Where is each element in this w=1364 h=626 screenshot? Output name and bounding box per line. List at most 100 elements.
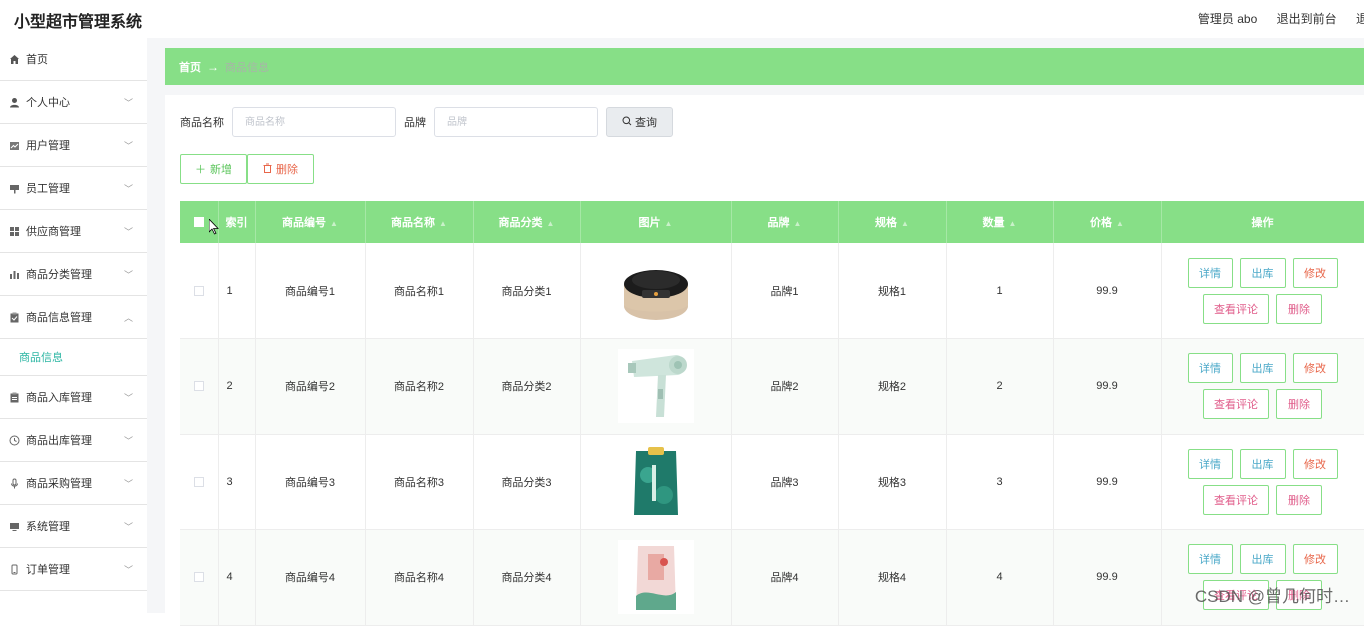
chevron-down-icon: ﹀ — [124, 139, 133, 152]
col-code[interactable]: 商品编号▲ — [255, 201, 365, 243]
col-brand[interactable]: 品牌▲ — [731, 201, 838, 243]
row-checkbox[interactable] — [194, 286, 204, 296]
row-delete-button[interactable]: 删除 — [1276, 389, 1322, 419]
sidebar-item-label: 员工管理 — [26, 180, 70, 196]
sidebar-item-label: 商品采购管理 — [26, 475, 92, 491]
sidebar-item-profile[interactable]: 个人中心 ﹀ — [0, 81, 147, 124]
col-index: 索引 — [218, 201, 255, 243]
app-title: 小型超市管理系统 — [14, 8, 142, 32]
cell-qty: 1 — [946, 243, 1053, 339]
cell-code: 商品编号1 — [255, 243, 365, 339]
cell-code: 商品编号4 — [255, 530, 365, 626]
sidebar-item-purchase[interactable]: 商品采购管理 ﹀ — [0, 462, 147, 505]
sort-icon[interactable]: ▲ — [1009, 219, 1017, 228]
row-checkbox[interactable] — [194, 381, 204, 391]
sidebar-item-suppliers[interactable]: 供应商管理 ﹀ — [0, 210, 147, 253]
sort-icon[interactable]: ▲ — [1116, 219, 1124, 228]
sidebar-item-products[interactable]: 商品信息管理 ︿ — [0, 296, 147, 339]
col-spec[interactable]: 规格▲ — [838, 201, 946, 243]
breadcrumb-home[interactable]: 首页 — [179, 59, 201, 75]
sidebar-subitem-product-info[interactable]: 商品信息 — [0, 339, 147, 376]
table-row: 1 商品编号1 商品名称1 商品分类1 — [180, 243, 1364, 339]
sidebar-item-categories[interactable]: 商品分类管理 ﹀ — [0, 253, 147, 296]
watermark: CSDN @曾几何时… — [1195, 582, 1350, 607]
view-reviews-button[interactable]: 查看评论 — [1203, 389, 1269, 419]
edit-button[interactable]: 修改 — [1293, 258, 1338, 288]
search-icon — [622, 116, 632, 129]
stock-out-button[interactable]: 出库 — [1240, 258, 1286, 288]
chevron-down-icon: ﹀ — [124, 563, 133, 576]
sidebar-item-label: 订单管理 — [26, 561, 70, 577]
cell-image — [580, 434, 731, 530]
detail-button[interactable]: 详情 — [1188, 544, 1233, 574]
name-input[interactable] — [232, 107, 396, 137]
sidebar-item-stock-out[interactable]: 商品出库管理 ﹀ — [0, 419, 147, 462]
sort-icon[interactable]: ▲ — [665, 219, 673, 228]
cell-spec: 规格4 — [838, 530, 946, 626]
exit-link[interactable]: 退 — [1356, 12, 1364, 26]
row-checkbox[interactable] — [194, 477, 204, 487]
sidebar-item-orders[interactable]: 订单管理 ﹀ — [0, 548, 147, 591]
user-icon — [8, 96, 20, 108]
query-button[interactable]: 查询 — [606, 107, 673, 137]
row-delete-button[interactable]: 删除 — [1276, 485, 1322, 515]
sort-icon[interactable]: ▲ — [794, 219, 802, 228]
col-name[interactable]: 商品名称▲ — [365, 201, 473, 243]
rice-cooker-image — [618, 254, 694, 328]
sort-icon[interactable]: ▲ — [901, 219, 909, 228]
sidebar-item-staff[interactable]: 员工管理 ﹀ — [0, 167, 147, 210]
col-image[interactable]: 图片▲ — [580, 201, 731, 243]
cell-code: 商品编号3 — [255, 434, 365, 530]
stock-out-button[interactable]: 出库 — [1240, 353, 1286, 383]
delete-button[interactable]: 删除 — [247, 154, 314, 184]
stock-out-button[interactable]: 出库 — [1240, 449, 1286, 479]
row-checkbox-cell[interactable] — [180, 434, 218, 530]
sidebar-item-system[interactable]: 系统管理 ﹀ — [0, 505, 147, 548]
view-reviews-button[interactable]: 查看评论 — [1203, 485, 1269, 515]
rice-bag-image — [618, 445, 694, 519]
col-qty[interactable]: 数量▲ — [946, 201, 1053, 243]
sidebar-item-label: 首页 — [26, 51, 48, 67]
cell-spec: 规格3 — [838, 434, 946, 530]
sort-icon[interactable]: ▲ — [330, 219, 338, 228]
detail-button[interactable]: 详情 — [1188, 449, 1233, 479]
cell-ops: 详情 出库 修改 查看评论 删除 — [1161, 434, 1364, 530]
sidebar-item-home[interactable]: 首页 — [0, 38, 147, 81]
row-checkbox-cell[interactable] — [180, 243, 218, 339]
edit-button[interactable]: 修改 — [1293, 353, 1338, 383]
cell-price: 99.9 — [1053, 243, 1161, 339]
row-checkbox[interactable] — [194, 572, 204, 582]
cell-price: 99.9 — [1053, 434, 1161, 530]
front-link[interactable]: 退出到前台 — [1277, 12, 1337, 26]
content-panel: 商品名称 品牌 查询 ＋ 新增 删除 — [165, 95, 1364, 613]
col-category[interactable]: 商品分类▲ — [473, 201, 580, 243]
cell-name: 商品名称3 — [365, 434, 473, 530]
grid-icon — [8, 225, 20, 237]
sidebar-item-stock-in[interactable]: 商品入库管理 ﹀ — [0, 376, 147, 419]
row-checkbox-cell[interactable] — [180, 339, 218, 435]
stock-out-button[interactable]: 出库 — [1240, 544, 1286, 574]
mouse-cursor-icon — [209, 219, 219, 240]
select-all-checkbox[interactable] — [194, 217, 204, 227]
cell-ops: 详情 出库 修改 查看评论 删除 — [1161, 339, 1364, 435]
row-delete-button[interactable]: 删除 — [1276, 294, 1322, 324]
add-button[interactable]: ＋ 新增 — [180, 154, 247, 184]
action-row: ＋ 新增 删除 — [180, 154, 314, 184]
col-price[interactable]: 价格▲ — [1053, 201, 1161, 243]
sort-icon[interactable]: ▲ — [547, 219, 555, 228]
cell-index: 3 — [218, 434, 255, 530]
row-checkbox-cell[interactable] — [180, 530, 218, 626]
sidebar-item-users[interactable]: 用户管理 ﹀ — [0, 124, 147, 167]
chevron-down-icon: ﹀ — [124, 520, 133, 533]
edit-button[interactable]: 修改 — [1293, 449, 1338, 479]
cell-index: 2 — [218, 339, 255, 435]
sidebar-item-label: 个人中心 — [26, 94, 70, 110]
view-reviews-button[interactable]: 查看评论 — [1203, 294, 1269, 324]
cell-category: 商品分类2 — [473, 339, 580, 435]
edit-button[interactable]: 修改 — [1293, 544, 1338, 574]
brand-input[interactable] — [434, 107, 598, 137]
detail-button[interactable]: 详情 — [1188, 353, 1233, 383]
cell-category: 商品分类1 — [473, 243, 580, 339]
sort-icon[interactable]: ▲ — [439, 219, 447, 228]
detail-button[interactable]: 详情 — [1188, 258, 1233, 288]
